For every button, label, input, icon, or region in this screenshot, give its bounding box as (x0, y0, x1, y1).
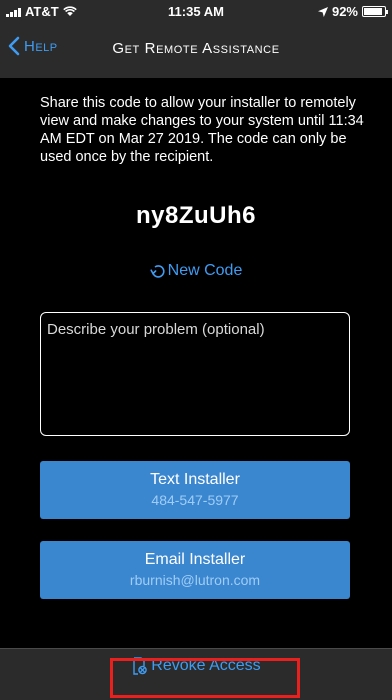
battery-fill (364, 8, 383, 15)
new-code-label: New Code (167, 262, 243, 279)
text-installer-label: Text Installer (150, 471, 240, 488)
installer-phone: 484-547-5977 (151, 492, 239, 508)
main-content: Share this code to allow your installer … (0, 78, 392, 648)
text-installer-button[interactable]: Text Installer 484-547-5977 (40, 461, 350, 519)
refresh-icon (150, 265, 165, 278)
problem-description-input[interactable] (40, 312, 350, 436)
bottom-toolbar: Revoke Access (0, 648, 392, 700)
email-installer-button[interactable]: Email Installer rburnish@lutron.com (40, 541, 350, 599)
installer-email: rburnish@lutron.com (129, 572, 261, 588)
location-arrow-icon (317, 6, 328, 17)
highlight-box (110, 658, 300, 698)
page-title: Get Remote Assistance (112, 40, 280, 57)
instructions-text: Share this code to allow your installer … (40, 95, 364, 165)
new-code-button[interactable]: New Code (0, 262, 392, 280)
access-code: ny8ZuUh6 (135, 202, 256, 229)
battery-icon (362, 6, 388, 17)
battery-percent: 92% (331, 4, 358, 19)
email-installer-label: Email Installer (144, 551, 246, 568)
status-bar: AT&T 11:35 AM 92% (0, 0, 392, 22)
battery-group: 92% (317, 4, 388, 19)
navigation-bar: Help Get Remote Assistance (0, 22, 392, 78)
